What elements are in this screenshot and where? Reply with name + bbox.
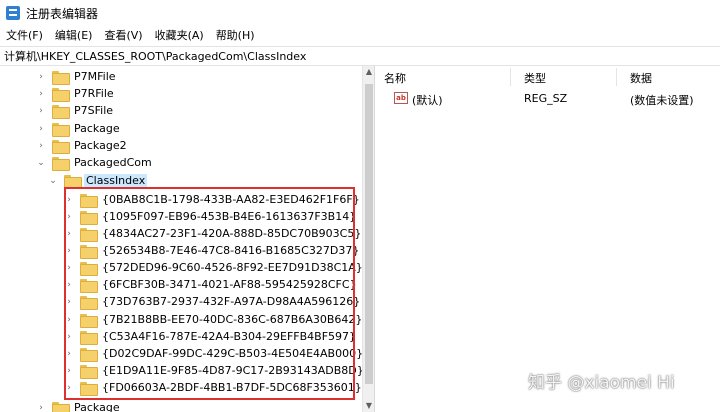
tree-item[interactable]: › Package xyxy=(36,120,122,137)
chevron-right-icon[interactable]: › xyxy=(36,106,46,116)
address-path: 计算机\HKEY_CLASSES_ROOT\PackagedCom\ClassI… xyxy=(4,50,307,63)
values-list[interactable]: 名称 类型 数据 ab (默认) REG_SZ (数值未设置) xyxy=(376,66,720,412)
chevron-right-icon[interactable]: › xyxy=(36,141,46,151)
folder-icon xyxy=(52,104,70,119)
watermark: 知乎 @xiaomei Hi xyxy=(528,373,675,393)
tree-item[interactable]: › P7MFile xyxy=(36,68,118,85)
column-header-name[interactable]: 名称 xyxy=(384,70,406,86)
menu-favorites[interactable]: 收藏夹(A) xyxy=(149,26,210,46)
folder-icon xyxy=(52,122,70,137)
column-header-type[interactable]: 类型 xyxy=(524,70,546,86)
menu-view[interactable]: 查看(V) xyxy=(98,26,148,46)
tree-vertical-scrollbar[interactable]: ▲ ▼ xyxy=(362,66,374,412)
scroll-up-icon[interactable]: ▲ xyxy=(365,68,373,76)
menu-file[interactable]: 文件(F) xyxy=(0,26,49,46)
folder-icon xyxy=(52,139,70,154)
chevron-right-icon[interactable]: › xyxy=(36,89,46,99)
folder-open-icon xyxy=(64,174,82,189)
regedit-app-icon xyxy=(6,6,20,20)
value-type: REG_SZ xyxy=(524,92,568,105)
folder-icon xyxy=(52,87,70,102)
scroll-down-icon[interactable]: ▼ xyxy=(365,402,373,410)
folder-icon xyxy=(52,401,70,412)
window-title: 注册表编辑器 xyxy=(26,6,99,21)
folder-open-icon xyxy=(52,156,70,171)
column-divider[interactable] xyxy=(510,68,511,86)
chevron-right-icon[interactable]: › xyxy=(36,403,46,412)
chevron-right-icon[interactable]: › xyxy=(36,72,46,82)
tree-item[interactable]: › P7RFile xyxy=(36,85,116,102)
chevron-down-icon[interactable]: ⌄ xyxy=(36,158,46,168)
chevron-down-icon[interactable]: ⌄ xyxy=(48,176,58,186)
value-data: (数值未设置) xyxy=(630,94,694,107)
string-value-icon: ab xyxy=(394,92,408,104)
list-item[interactable]: ab (默认) REG_SZ (数值未设置) xyxy=(376,90,720,108)
tree-item[interactable]: › P7SFile xyxy=(36,102,115,119)
column-divider[interactable] xyxy=(616,68,617,86)
tree-item[interactable]: › Package2 xyxy=(36,137,129,154)
tree-item[interactable]: › Package xyxy=(36,399,122,412)
menu-bar: 文件(F) 编辑(E) 查看(V) 收藏夹(A) 帮助(H) xyxy=(0,26,720,46)
folder-icon xyxy=(52,70,70,85)
column-header-data[interactable]: 数据 xyxy=(630,70,652,86)
address-bar[interactable]: 计算机\HKEY_CLASSES_ROOT\PackagedCom\ClassI… xyxy=(0,46,720,66)
menu-edit[interactable]: 编辑(E) xyxy=(49,26,99,46)
chevron-right-icon[interactable]: › xyxy=(36,124,46,134)
tree-item-packagedcom[interactable]: ⌄ PackagedCom xyxy=(36,154,154,171)
menu-help[interactable]: 帮助(H) xyxy=(210,26,261,46)
list-header: 名称 类型 数据 xyxy=(376,66,720,88)
title-bar: 注册表编辑器 xyxy=(0,0,720,26)
pane-splitter[interactable] xyxy=(374,66,375,412)
value-name: (默认) xyxy=(412,94,443,107)
highlight-annotation-box xyxy=(64,187,355,400)
scroll-thumb[interactable] xyxy=(365,84,373,384)
